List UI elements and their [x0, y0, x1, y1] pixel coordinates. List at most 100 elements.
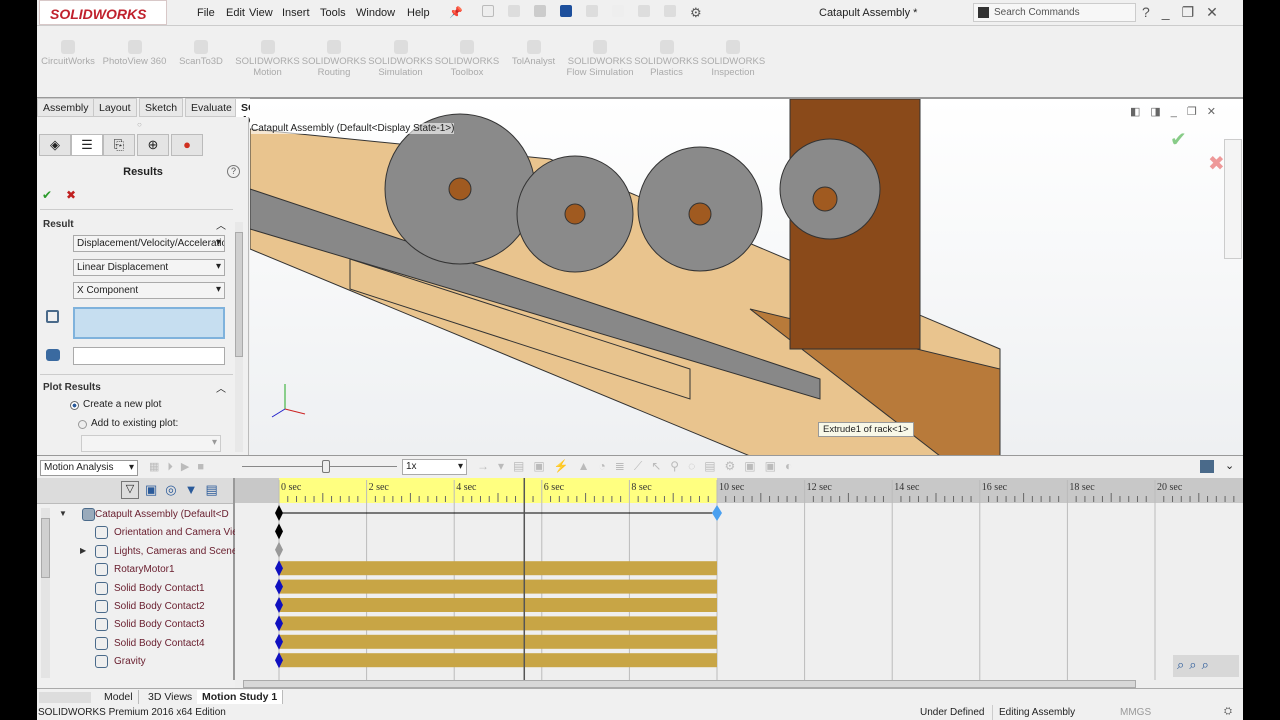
- ribbon-solidworks-flow-simulation[interactable]: SOLIDWORKS Flow Simulation: [565, 40, 635, 78]
- add-existing-plot-radio[interactable]: [78, 420, 87, 429]
- unit-system[interactable]: MMGS: [1120, 707, 1151, 718]
- menu-view[interactable]: View: [249, 7, 273, 19]
- tab-layout[interactable]: Layout: [93, 98, 137, 117]
- options-gear-icon[interactable]: ⚙: [690, 5, 702, 21]
- timeline-bar[interactable]: [279, 634, 717, 649]
- component-select[interactable]: X Component: [73, 282, 225, 299]
- rebuild-icon[interactable]: [638, 5, 650, 17]
- menu-tools[interactable]: Tools: [320, 7, 346, 19]
- ribbon-scanto3d[interactable]: ScanTo3D: [166, 40, 236, 67]
- expand-icon[interactable]: ▶: [80, 546, 86, 555]
- graphics-area[interactable]: Catapult Assembly (Default<Display State…: [250, 98, 1243, 455]
- restore-icon[interactable]: ❐: [1182, 4, 1207, 20]
- minimize-icon[interactable]: _: [1162, 4, 1182, 20]
- tree-item[interactable]: Solid Body Contact3: [37, 616, 235, 634]
- tree-item[interactable]: RotaryMotor1: [37, 561, 235, 579]
- close-icon[interactable]: ✕: [1206, 4, 1230, 20]
- timeline-bar[interactable]: [279, 561, 717, 576]
- menu-edit[interactable]: Edit: [226, 7, 245, 19]
- create-new-plot-radio[interactable]: [70, 401, 79, 410]
- confirm-corner-ok-icon[interactable]: ✔: [1170, 127, 1187, 152]
- ribbon-solidworks-motion[interactable]: SOLIDWORKS Motion: [233, 40, 303, 78]
- playback-speed-slider[interactable]: [242, 466, 397, 467]
- tab-feature-manager[interactable]: ◈: [39, 134, 71, 156]
- result-subtype-select[interactable]: Linear Displacement: [73, 259, 225, 276]
- tab-evaluate[interactable]: Evaluate: [185, 98, 238, 117]
- expand-icon[interactable]: ▼: [59, 509, 67, 518]
- filter-icon[interactable]: ▽: [121, 481, 139, 499]
- tree-item[interactable]: Lights, Cameras and Scene ▶: [37, 543, 235, 561]
- existing-plot-select[interactable]: [81, 435, 221, 452]
- new-icon[interactable]: [482, 5, 494, 17]
- help-icon[interactable]: ?: [1142, 4, 1162, 20]
- end-key-point[interactable]: [712, 505, 722, 521]
- tab-assembly[interactable]: Assembly: [37, 98, 95, 117]
- tree-item[interactable]: Solid Body Contact2: [37, 598, 235, 616]
- splitter-handle[interactable]: ○: [137, 120, 142, 129]
- timeline-bar[interactable]: [279, 579, 717, 594]
- key-point[interactable]: [275, 505, 283, 521]
- study-type-select[interactable]: Motion Analysis ▾: [40, 460, 138, 476]
- menu-file[interactable]: File: [197, 7, 215, 19]
- timeline-zoom-controls[interactable]: ⌕⌕⌕: [1173, 655, 1239, 677]
- menu-help[interactable]: Help: [407, 7, 430, 19]
- timeline[interactable]: 0 sec 2 sec 4 sec 6 sec 8 sec 10 sec 12 sec 14 …: [235, 478, 1243, 680]
- search-commands-input[interactable]: Search Commands: [973, 3, 1136, 22]
- ribbon-solidworks-simulation[interactable]: SOLIDWORKS Simulation: [366, 40, 436, 78]
- result-type-select[interactable]: Displacement/Velocity/Acceleration: [73, 235, 225, 252]
- confirm-corner-cancel-icon[interactable]: ✖: [1208, 151, 1225, 176]
- tab-3d-views[interactable]: 3D Views: [143, 690, 199, 704]
- key-point[interactable]: [275, 523, 283, 540]
- ok-button[interactable]: ✔: [42, 188, 52, 202]
- slider-thumb[interactable]: [322, 460, 330, 473]
- rebuild-status-icon[interactable]: ⛭: [1224, 706, 1232, 717]
- timeline-bar[interactable]: [279, 616, 717, 631]
- key-point[interactable]: [275, 541, 283, 558]
- entity-selection-box[interactable]: [73, 307, 225, 339]
- menu-insert[interactable]: Insert: [282, 7, 310, 19]
- tree-item[interactable]: Catapult Assembly (Default<D ▼: [37, 506, 235, 524]
- help-button[interactable]: ?: [227, 165, 240, 178]
- ribbon-photoview-360[interactable]: PhotoView 360: [100, 40, 170, 67]
- viewport-window-controls[interactable]: ◧◨_❐✕: [1130, 105, 1226, 118]
- timeline-bar[interactable]: [279, 598, 717, 612]
- tree-item[interactable]: Gravity: [37, 653, 235, 671]
- tab-dimxpert[interactable]: ⊕: [137, 134, 169, 156]
- tree-item[interactable]: Solid Body Contact4: [37, 635, 235, 653]
- undo-icon[interactable]: [586, 5, 598, 17]
- tree-item[interactable]: Solid Body Contact1: [37, 580, 235, 598]
- cancel-button[interactable]: ✖: [66, 188, 76, 202]
- filter-buttons[interactable]: ▣◎▼▤: [145, 482, 226, 498]
- timeline-horizontal-scrollbar[interactable]: [235, 680, 1243, 688]
- tab-sketch[interactable]: Sketch: [139, 98, 184, 117]
- tab-motion-study-1[interactable]: Motion Study 1: [197, 690, 284, 704]
- model-view[interactable]: [250, 99, 1243, 455]
- motion-tools[interactable]: →▾▤▣⚡▲◔≣⟋↖⚲◌▤⚙▣▣◐: [477, 459, 801, 474]
- print-icon[interactable]: [560, 5, 572, 17]
- select-icon[interactable]: [612, 5, 624, 17]
- menu-window[interactable]: Window: [356, 7, 395, 19]
- playback-buttons[interactable]: ▦⏵▶■: [149, 460, 212, 474]
- tab-display-manager[interactable]: ●: [171, 134, 203, 156]
- tree-item[interactable]: Orientation and Camera Views: [37, 524, 235, 542]
- collapse-plot-icon[interactable]: ︿: [216, 380, 226, 395]
- solidworks-logo[interactable]: SOLIDWORKS: [39, 0, 167, 25]
- open-icon[interactable]: [508, 5, 520, 17]
- timeline-bar[interactable]: [279, 653, 717, 668]
- ribbon-tolanalyst[interactable]: TolAnalyst: [499, 40, 569, 67]
- tab-property-manager[interactable]: ☰: [71, 134, 103, 156]
- ribbon-solidworks-inspection[interactable]: SOLIDWORKS Inspection: [698, 40, 768, 78]
- ribbon-circuitworks[interactable]: CircuitWorks: [33, 40, 103, 67]
- ribbon-solidworks-toolbox[interactable]: SOLIDWORKS Toolbox: [432, 40, 502, 78]
- collapse-result-icon[interactable]: ︿: [216, 217, 226, 232]
- task-pane-tabs[interactable]: [1224, 139, 1242, 259]
- playback-speed-select[interactable]: 1x ▾: [402, 459, 467, 475]
- ribbon-solidworks-plastics[interactable]: SOLIDWORKS Plastics: [632, 40, 702, 78]
- tab-configuration-manager[interactable]: ⎘: [103, 134, 135, 156]
- reference-selection-box[interactable]: [73, 347, 225, 365]
- pin-icon[interactable]: 📌: [449, 6, 463, 19]
- save-icon[interactable]: [534, 5, 546, 17]
- file-properties-icon[interactable]: [664, 5, 676, 17]
- tab-model[interactable]: Model: [99, 690, 139, 704]
- chevron-down-icon[interactable]: ⌄: [1225, 459, 1234, 472]
